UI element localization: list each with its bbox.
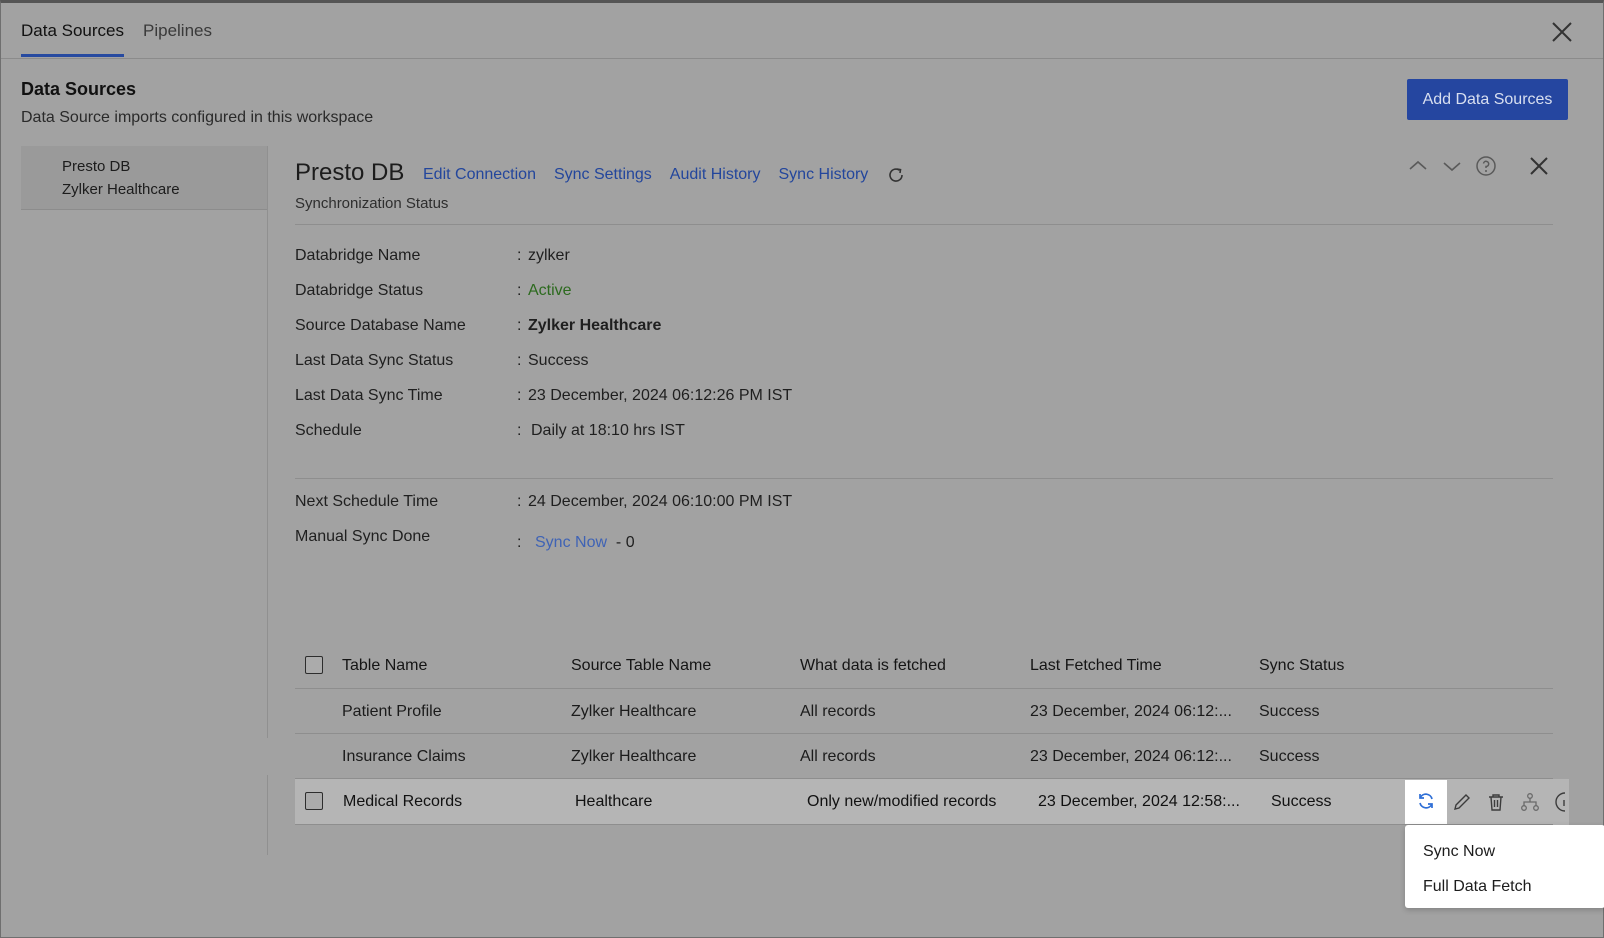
manual-sync-count: - 0 xyxy=(615,534,635,551)
refresh-icon[interactable] xyxy=(886,165,906,185)
info-colon: : xyxy=(517,493,522,510)
info-label: Last Data Sync Status xyxy=(295,352,454,369)
info-label: Next Schedule Time xyxy=(295,493,439,510)
trash-icon[interactable] xyxy=(1485,791,1507,813)
sync-history-link[interactable]: Sync History xyxy=(779,166,869,184)
section-divider xyxy=(295,478,1553,479)
add-data-sources-button[interactable]: Add Data Sources xyxy=(1407,79,1568,120)
close-icon[interactable] xyxy=(1526,153,1552,179)
edit-icon[interactable] xyxy=(1451,791,1473,813)
info-colon: : xyxy=(517,317,522,334)
info-value: 24 December, 2024 06:10:00 PM IST xyxy=(528,493,793,510)
info-value: zylker xyxy=(528,247,570,264)
help-icon[interactable] xyxy=(1474,154,1498,178)
sidebar-divider xyxy=(267,146,268,738)
tabs-divider xyxy=(1,58,1603,59)
info-label: Databridge Status xyxy=(295,282,424,299)
cell-source-table: Zylker Healthcare xyxy=(571,748,697,765)
detail-title: Presto DB xyxy=(295,159,405,186)
tab-bar: Data Sources Pipelines xyxy=(21,21,212,57)
column-header-sync-status[interactable]: Sync Status xyxy=(1259,643,1344,688)
info-value: Zylker Healthcare xyxy=(528,317,662,334)
status-badge: Active xyxy=(528,282,572,299)
table-row[interactable]: Patient Profile Zylker Healthcare All re… xyxy=(295,689,1553,734)
cell-last-fetched: 23 December, 2024 06:12:... xyxy=(1030,703,1232,720)
column-header-source-table[interactable]: Source Table Name xyxy=(571,643,711,688)
page-subtitle: Data Source imports configured in this w… xyxy=(21,109,374,126)
cell-sync-status: Success xyxy=(1271,793,1332,810)
info-label: Manual Sync Done xyxy=(295,528,431,545)
chevron-up-icon[interactable] xyxy=(1406,154,1430,178)
sync-dropdown-menu: Sync Now Full Data Fetch xyxy=(1405,825,1604,908)
page-title: Data Sources xyxy=(21,79,137,99)
sidebar-item-subname: Zylker Healthcare xyxy=(62,181,180,198)
cell-data-fetched: All records xyxy=(800,703,876,720)
detail-subtitle: Synchronization Status xyxy=(295,195,449,212)
select-all-checkbox[interactable] xyxy=(305,656,323,674)
info-label: Source Database Name xyxy=(295,317,466,334)
section-divider xyxy=(295,224,1553,225)
column-header-data-fetched[interactable]: What data is fetched xyxy=(800,643,946,688)
table-header: Table Name Source Table Name What data i… xyxy=(295,643,1553,688)
info-colon: : xyxy=(517,352,522,369)
row-checkbox[interactable] xyxy=(305,792,323,810)
sidebar-item-name: Presto DB xyxy=(62,158,131,175)
tab-pipelines[interactable]: Pipelines xyxy=(143,21,212,57)
sidebar-item-presto-db[interactable]: Presto DB Zylker Healthcare xyxy=(21,146,268,210)
info-label: Databridge Name xyxy=(295,247,421,264)
detail-links: Edit Connection Sync Settings Audit Hist… xyxy=(423,165,906,185)
info-label: Last Data Sync Time xyxy=(295,387,443,404)
cell-last-fetched: 23 December, 2024 06:12:... xyxy=(1030,748,1232,765)
cell-sync-status: Success xyxy=(1259,703,1320,720)
sync-action-button[interactable] xyxy=(1405,780,1447,824)
info-value: 23 December, 2024 06:12:26 PM IST xyxy=(528,387,793,404)
cell-source-table: Healthcare xyxy=(575,793,653,810)
cell-table-name: Patient Profile xyxy=(342,703,442,720)
cell-table-name: Insurance Claims xyxy=(342,748,466,765)
info-colon: : xyxy=(517,387,522,404)
info-icon[interactable] xyxy=(1553,791,1567,813)
audit-history-link[interactable]: Audit History xyxy=(670,166,761,184)
close-icon[interactable] xyxy=(1549,19,1575,45)
sidebar-divider xyxy=(267,775,268,855)
cell-data-fetched: All records xyxy=(800,748,876,765)
info-colon: : xyxy=(517,282,522,299)
sync-now-link[interactable]: Sync Now xyxy=(535,534,607,551)
info-colon: : xyxy=(517,534,522,551)
sync-settings-link[interactable]: Sync Settings xyxy=(554,166,652,184)
info-colon: : xyxy=(517,422,522,439)
column-header-table-name[interactable]: Table Name xyxy=(342,643,427,688)
sync-icon xyxy=(1419,793,1433,809)
menu-item-sync-now[interactable]: Sync Now xyxy=(1405,837,1604,872)
cell-last-fetched: 23 December, 2024 12:58:... xyxy=(1038,793,1240,810)
cell-table-name: Medical Records xyxy=(343,793,463,810)
chevron-down-icon[interactable] xyxy=(1440,154,1464,178)
row-action-icons xyxy=(1451,791,1567,813)
detail-toolbar xyxy=(1406,153,1562,179)
info-value: Success xyxy=(528,352,589,369)
column-header-last-fetched[interactable]: Last Fetched Time xyxy=(1030,643,1162,688)
info-colon: : xyxy=(517,247,522,264)
cell-data-fetched: Only new/modified records xyxy=(807,793,997,810)
table-row[interactable]: Insurance Claims Zylker Healthcare All r… xyxy=(295,734,1553,779)
cell-source-table: Zylker Healthcare xyxy=(571,703,697,720)
tab-data-sources[interactable]: Data Sources xyxy=(21,21,124,57)
info-value: Sync Now - 0 xyxy=(535,534,635,552)
menu-item-full-data-fetch[interactable]: Full Data Fetch xyxy=(1405,872,1604,907)
cell-sync-status: Success xyxy=(1259,748,1320,765)
info-value: Daily at 18:10 hrs IST xyxy=(531,422,685,439)
table-row[interactable]: Medical Records Healthcare Only new/modi… xyxy=(295,779,1569,825)
lineage-icon[interactable] xyxy=(1519,791,1541,813)
edit-connection-link[interactable]: Edit Connection xyxy=(423,166,536,184)
data-sources-dialog: Data Sources Pipelines Data Sources Data… xyxy=(0,0,1604,938)
row-divider xyxy=(295,824,1553,825)
info-label: Schedule xyxy=(295,422,362,439)
